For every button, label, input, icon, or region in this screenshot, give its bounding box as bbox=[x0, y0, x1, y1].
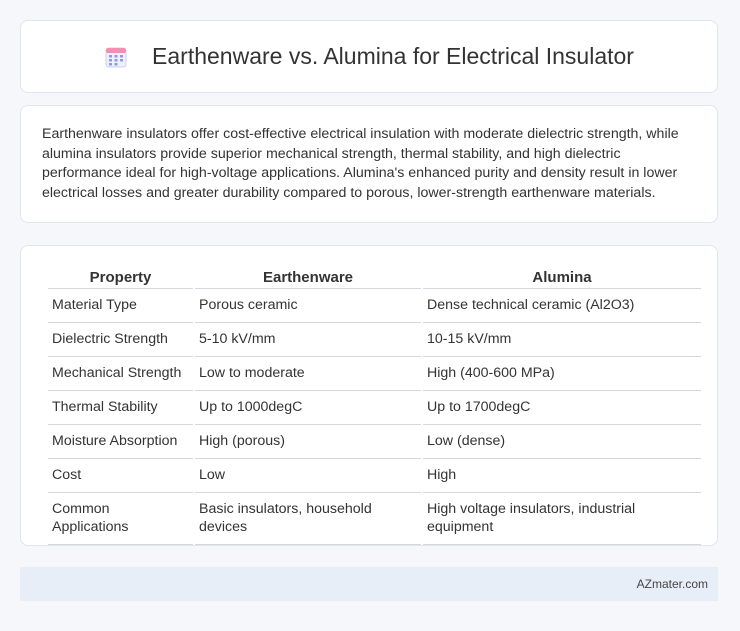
comparison-table-card: Property Earthenware Alumina Material Ty… bbox=[20, 245, 718, 546]
table-row: Common Applications Basic insulators, ho… bbox=[48, 493, 701, 545]
table-cell: High (400-600 MPa) bbox=[423, 357, 701, 391]
table-cell: Dense technical ceramic (Al2O3) bbox=[423, 289, 701, 323]
table-cell: High bbox=[423, 459, 701, 493]
table-cell: Moisture Absorption bbox=[48, 425, 193, 459]
table-cell: High voltage insulators, industrial equi… bbox=[423, 493, 701, 545]
table-cell: Porous ceramic bbox=[195, 289, 421, 323]
table-row: Cost Low High bbox=[48, 459, 701, 493]
table-cell: 10-15 kV/mm bbox=[423, 323, 701, 357]
table-cell: Cost bbox=[48, 459, 193, 493]
table-cell: Up to 1000degC bbox=[195, 391, 421, 425]
table-cell: Low (dense) bbox=[423, 425, 701, 459]
table-row: Mechanical Strength Low to moderate High… bbox=[48, 357, 701, 391]
table-header-row: Property Earthenware Alumina bbox=[48, 266, 701, 289]
header-alumina: Alumina bbox=[423, 266, 701, 289]
summary-card: Earthenware insulators offer cost-effect… bbox=[20, 105, 718, 223]
table-row: Material Type Porous ceramic Dense techn… bbox=[48, 289, 701, 323]
table-cell: Thermal Stability bbox=[48, 391, 193, 425]
table-cell: Up to 1700degC bbox=[423, 391, 701, 425]
comparison-table: Property Earthenware Alumina Material Ty… bbox=[46, 266, 703, 545]
table-cell: 5-10 kV/mm bbox=[195, 323, 421, 357]
table-cell: Mechanical Strength bbox=[48, 357, 193, 391]
table-cell: High (porous) bbox=[195, 425, 421, 459]
table-cell: Dielectric Strength bbox=[48, 323, 193, 357]
header-earthenware: Earthenware bbox=[195, 266, 421, 289]
summary-text: Earthenware insulators offer cost-effect… bbox=[42, 126, 679, 201]
table-cell: Common Applications bbox=[48, 493, 193, 545]
footer-brand: AZmater.com bbox=[636, 577, 708, 591]
table-cell: Low bbox=[195, 459, 421, 493]
table-cell: Material Type bbox=[48, 289, 193, 323]
table-cell: Low to moderate bbox=[195, 357, 421, 391]
table-row: Moisture Absorption High (porous) Low (d… bbox=[48, 425, 701, 459]
footer: AZmater.com bbox=[20, 567, 718, 601]
page-title: Earthenware vs. Alumina for Electrical I… bbox=[104, 43, 634, 70]
title-card: Earthenware vs. Alumina for Electrical I… bbox=[20, 20, 718, 93]
table-row: Dielectric Strength 5-10 kV/mm 10-15 kV/… bbox=[48, 323, 701, 357]
table-cell: Basic insulators, household devices bbox=[195, 493, 421, 545]
table-row: Thermal Stability Up to 1000degC Up to 1… bbox=[48, 391, 701, 425]
calendar-icon bbox=[105, 47, 127, 67]
header-property: Property bbox=[48, 266, 193, 289]
page-title-text: Earthenware vs. Alumina for Electrical I… bbox=[152, 43, 634, 69]
